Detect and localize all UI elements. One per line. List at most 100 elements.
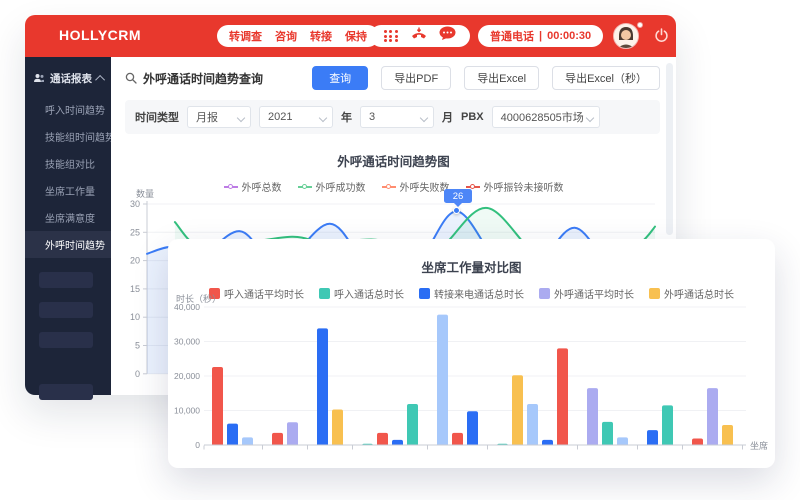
scrollbar[interactable] (666, 63, 673, 235)
export-button-2[interactable]: 导出Excel（秒） (552, 66, 660, 90)
bar[interactable] (227, 424, 238, 445)
sidebar-group-label: 通话报表 (50, 71, 92, 86)
sidebar-item-1[interactable]: 技能组时间趋势 (25, 123, 111, 150)
page-title-wrap: 外呼通话时间趋势查询 (125, 70, 299, 87)
svg-text:0: 0 (195, 440, 200, 450)
chevron-down-icon (585, 114, 593, 122)
marked-data-point (453, 207, 460, 214)
bar[interactable] (542, 440, 553, 445)
bar-chart-title: 坐席工作量对比图 (168, 239, 775, 276)
call-timer: 00:00:30 (547, 30, 591, 42)
bar[interactable] (317, 328, 328, 445)
line-chart-title: 外呼通话时间趋势图 (111, 151, 676, 170)
status-dot (637, 22, 643, 28)
bar[interactable] (407, 404, 418, 445)
year-suffix-label: 年 (341, 109, 352, 125)
page-title: 外呼通话时间趋势查询 (143, 70, 263, 87)
chart-tooltip: 26 (444, 189, 472, 203)
bar[interactable] (437, 315, 448, 445)
svg-text:20,000: 20,000 (174, 371, 200, 381)
search-button[interactable]: 查询 (312, 66, 368, 90)
agent-workload-card: 坐席工作量对比图 呼入通话平均时长呼入通话总时长转接来电通话总时长外呼通话平均时… (168, 239, 775, 468)
sidebar-skeleton-item (39, 272, 93, 288)
bar[interactable] (512, 375, 523, 445)
hangup-phone-icon[interactable] (410, 27, 428, 46)
call-action-0[interactable]: 转调查 (229, 28, 262, 44)
app-logo: HOLLYCRM (59, 27, 141, 43)
bar[interactable] (587, 388, 598, 445)
bar[interactable] (272, 433, 283, 445)
bar[interactable] (557, 348, 568, 445)
bar[interactable] (617, 437, 628, 445)
sidebar: 通话报表 呼入时间趋势技能组时间趋势技能组对比坐席工作量坐席满意度外呼时间趋势 (25, 57, 111, 395)
tool-bar (370, 25, 470, 47)
svg-text:10,000: 10,000 (174, 406, 200, 416)
pbx-label: PBX (461, 111, 484, 123)
sidebar-skeleton-item (39, 302, 93, 318)
svg-text:20: 20 (130, 256, 140, 266)
sidebar-item-5[interactable]: 外呼时间趋势 (25, 231, 111, 258)
call-action-1[interactable]: 咨询 (275, 28, 297, 44)
bar[interactable] (212, 367, 223, 445)
svg-text:0: 0 (135, 369, 140, 379)
bar-chart: 010,00020,00030,00040,000时长（秒）坐席 (168, 292, 775, 464)
people-icon (33, 73, 45, 84)
svg-text:10: 10 (130, 312, 140, 322)
bar[interactable] (707, 388, 718, 445)
bar[interactable] (332, 409, 343, 445)
svg-text:30,000: 30,000 (174, 337, 200, 347)
sidebar-item-0[interactable]: 呼入时间趋势 (25, 96, 111, 123)
svg-text:15: 15 (130, 284, 140, 294)
bar[interactable] (452, 433, 463, 445)
chat-icon[interactable] (439, 26, 456, 46)
call-mode-label: 普通电话 (490, 28, 534, 44)
svg-text:时长（秒）: 时长（秒） (176, 293, 221, 304)
bar[interactable] (722, 425, 733, 445)
bar[interactable] (287, 422, 298, 445)
time-type-label: 时间类型 (135, 109, 179, 125)
bar[interactable] (392, 440, 403, 445)
export-button-1[interactable]: 导出Excel (464, 66, 539, 90)
bar[interactable] (377, 433, 388, 445)
chevron-down-icon (319, 114, 327, 122)
sidebar-item-3[interactable]: 坐席工作量 (25, 177, 111, 204)
sidebar-skeleton-item (39, 332, 93, 348)
chevron-down-icon (237, 114, 245, 122)
bar[interactable] (647, 430, 658, 445)
svg-text:坐席: 坐席 (750, 440, 768, 451)
bar[interactable] (527, 404, 538, 445)
bar[interactable] (467, 411, 478, 445)
call-state-divider: | (539, 30, 542, 42)
chevron-down-icon (420, 114, 428, 122)
bar[interactable] (602, 422, 613, 445)
pbx-select[interactable]: 4000628505市场 (492, 106, 600, 128)
user-avatar[interactable] (613, 23, 639, 49)
call-action-bar: 转调查咨询转接保持 (217, 25, 379, 47)
sidebar-group-call-reports[interactable]: 通话报表 (25, 57, 111, 96)
svg-text:5: 5 (135, 341, 140, 351)
time-type-select[interactable]: 月报 (187, 106, 251, 128)
filter-bar: 时间类型 月报 2021 年 3 月 PBX 4000628505市场 (125, 100, 660, 134)
year-select[interactable]: 2021 (259, 106, 333, 128)
topbar: HOLLYCRM 转调查咨询转接保持 普通电话 | 00:00:30 (25, 15, 676, 57)
bar[interactable] (662, 405, 673, 445)
chevron-up-icon (95, 75, 105, 85)
export-button-0[interactable]: 导出PDF (381, 66, 451, 90)
sidebar-item-4[interactable]: 坐席满意度 (25, 204, 111, 231)
sidebar-skeleton-item (39, 384, 93, 400)
query-row: 外呼通话时间趋势查询 查询 导出PDF 导出Excel 导出Excel（秒） (111, 57, 676, 98)
svg-text:25: 25 (130, 227, 140, 237)
sidebar-item-2[interactable]: 技能组对比 (25, 150, 111, 177)
search-icon (125, 72, 137, 84)
bar[interactable] (242, 437, 253, 445)
month-suffix-label: 月 (442, 109, 453, 125)
apps-grid-icon[interactable] (384, 30, 399, 42)
svg-text:30: 30 (130, 199, 140, 209)
screenshot-stage: { "topbar": { "logo": "HOLLYCRM", "actio… (0, 0, 800, 500)
month-select[interactable]: 3 (360, 106, 434, 128)
call-state-pill: 普通电话 | 00:00:30 (478, 25, 603, 47)
bar[interactable] (692, 438, 703, 445)
call-action-3[interactable]: 保持 (345, 28, 367, 44)
call-action-2[interactable]: 转接 (310, 28, 332, 44)
logout-power-icon[interactable] (654, 28, 669, 43)
